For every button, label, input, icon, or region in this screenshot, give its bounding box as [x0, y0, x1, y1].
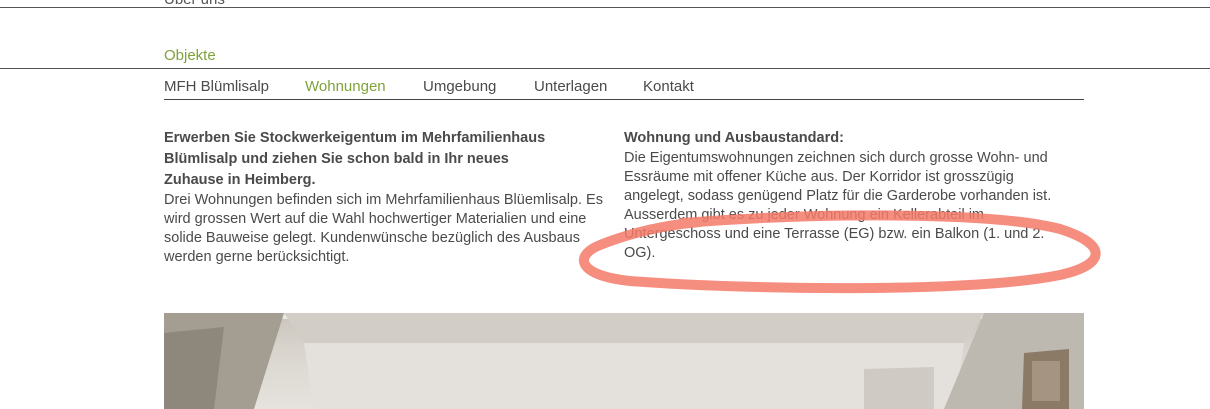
intro-text: Drei Wohnungen befinden sich im Mehrfami…	[164, 192, 603, 265]
nav-item-umgebung[interactable]: Umgebung	[423, 78, 496, 96]
features-text-highlighted: Ausserdem gibt es zu jeder Wohnung ein K…	[624, 207, 1045, 261]
nav-underline	[164, 99, 1084, 100]
features-heading: Wohnung und Ausbaustandard:	[624, 130, 844, 146]
apartment-render-image	[164, 313, 1084, 409]
intro-column: Erwerben Sie Stockwerkeigentum im Mehrfa…	[164, 128, 604, 267]
nav-item-wohnungen[interactable]: Wohnungen	[305, 78, 386, 96]
nav-item-kontakt[interactable]: Kontakt	[643, 78, 694, 96]
intro-heading: Erwerben Sie Stockwerkeigentum im Mehrfa…	[164, 130, 546, 188]
features-text: Die Eigentumswohnungen zeichnen sich dur…	[624, 150, 1052, 204]
nav-item-mfh-bluemlisalp[interactable]: MFH Blümlisalp	[164, 78, 269, 96]
nav-item-unterlagen[interactable]: Unterlagen	[534, 78, 607, 96]
section-title[interactable]: Objekte	[164, 47, 216, 65]
top-divider	[0, 7, 1210, 8]
features-column: Wohnung und Ausbaustandard: Die Eigentum…	[624, 128, 1064, 263]
section-divider	[0, 68, 1210, 69]
